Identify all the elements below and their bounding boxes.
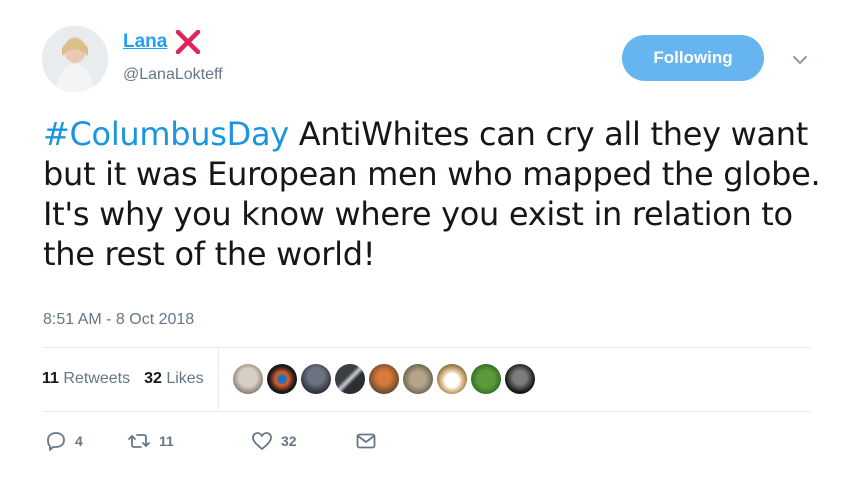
red-x-icon bbox=[175, 30, 201, 54]
retweets-label: Retweets bbox=[63, 370, 131, 387]
hashtag-link[interactable]: #ColumbusDay bbox=[43, 115, 289, 153]
liker-avatar[interactable] bbox=[470, 364, 501, 394]
retweet-icon bbox=[127, 430, 151, 452]
likes-label: Likes bbox=[166, 370, 204, 387]
following-button[interactable]: Following bbox=[622, 35, 764, 81]
profile-avatar[interactable] bbox=[42, 26, 108, 92]
likes-stat[interactable]: 32 Likes bbox=[144, 370, 204, 388]
chevron-down-icon[interactable] bbox=[792, 53, 808, 71]
liker-avatar[interactable] bbox=[436, 364, 467, 394]
liker-avatars bbox=[232, 364, 539, 394]
tweet-actions: 4 11 32 bbox=[45, 430, 377, 452]
divider bbox=[217, 348, 219, 410]
direct-message-button[interactable] bbox=[355, 430, 377, 452]
liker-avatar[interactable] bbox=[266, 364, 297, 394]
liker-avatar[interactable] bbox=[402, 364, 433, 394]
liker-avatar[interactable] bbox=[368, 364, 399, 394]
reply-icon bbox=[45, 430, 67, 452]
retweet-count: 11 bbox=[159, 433, 174, 449]
likes-count: 32 bbox=[144, 370, 162, 387]
liker-avatar[interactable] bbox=[300, 364, 331, 394]
display-name[interactable]: Lana bbox=[123, 31, 167, 53]
reply-count: 4 bbox=[75, 433, 83, 449]
liker-avatar[interactable] bbox=[504, 364, 535, 394]
retweets-stat[interactable]: 11 Retweets bbox=[42, 370, 130, 388]
divider bbox=[42, 411, 812, 412]
liker-avatar[interactable] bbox=[334, 364, 365, 394]
heart-icon bbox=[251, 430, 273, 452]
tweet-text: #ColumbusDay AntiWhites can cry all they… bbox=[43, 114, 833, 274]
tweet-timestamp[interactable]: 8:51 AM - 8 Oct 2018 bbox=[43, 311, 194, 329]
reply-button[interactable]: 4 bbox=[45, 430, 125, 452]
retweets-count: 11 bbox=[42, 370, 59, 387]
envelope-icon bbox=[355, 430, 377, 452]
like-button[interactable]: 32 bbox=[251, 430, 355, 452]
tweet-stats: 11 Retweets 32 Likes bbox=[42, 348, 812, 410]
user-handle[interactable]: @LanaLokteff bbox=[123, 66, 223, 84]
retweet-button[interactable]: 11 bbox=[127, 430, 251, 452]
liker-avatar[interactable] bbox=[232, 364, 263, 394]
like-count: 32 bbox=[281, 433, 297, 449]
